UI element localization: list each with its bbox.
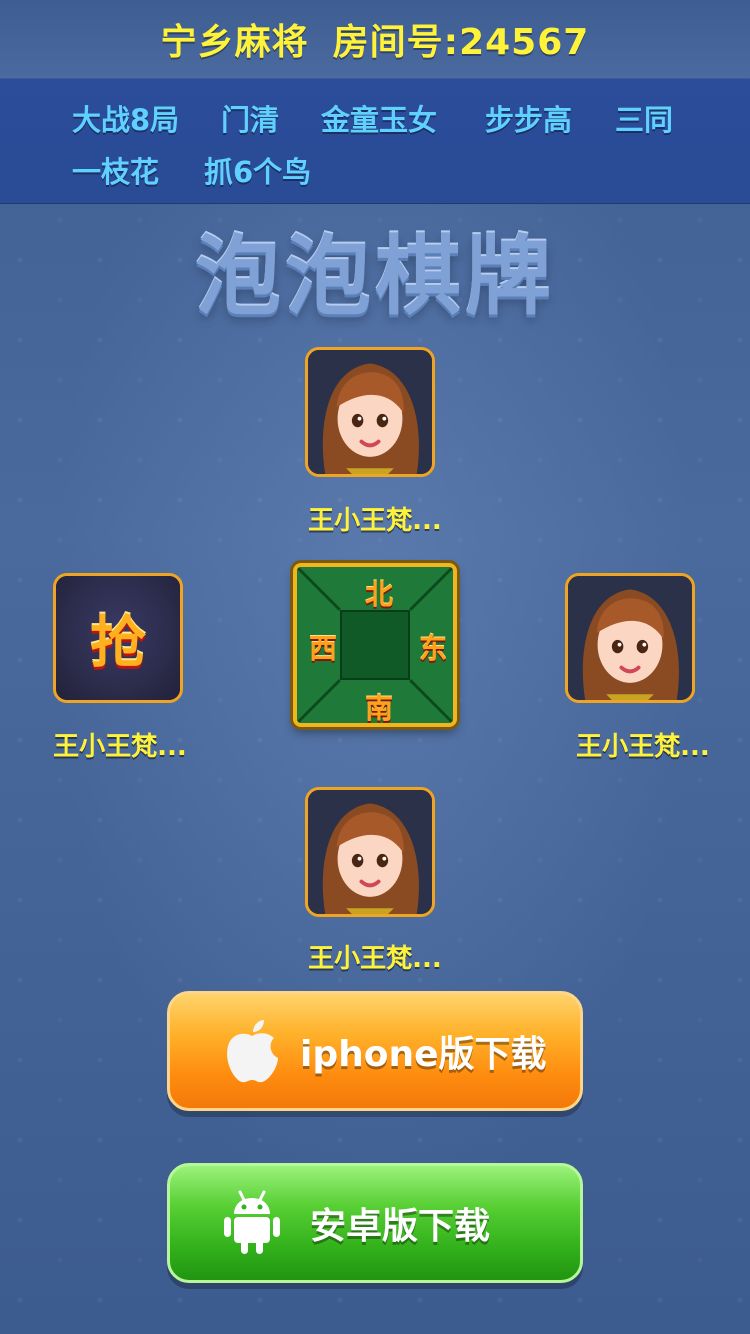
player-avatar-right[interactable] <box>565 573 695 703</box>
app-logo: 泡泡棋牌 <box>195 227 555 327</box>
android-download-label: 安卓版下载 <box>310 1206 491 1247</box>
rule-tag: 门清 <box>221 103 280 137</box>
rule-tag: 抓6个鸟 <box>204 155 312 189</box>
rule-tag: 一枝花 <box>72 155 160 189</box>
grab-badge: 抢 <box>56 576 180 700</box>
player-name-top: 王小王梵... <box>308 506 442 536</box>
iphone-download-button[interactable]: iphone版下载 <box>167 991 583 1111</box>
direction-compass: 北 南 东 西 <box>293 563 457 727</box>
android-icon <box>224 1190 280 1254</box>
apple-icon <box>227 1020 278 1083</box>
girl-avatar-icon <box>308 350 432 474</box>
rule-tag: 大战8局 <box>72 103 180 137</box>
player-name-left: 王小王梵... <box>53 732 187 762</box>
rule-tag: 三同 <box>615 103 674 137</box>
compass-west: 西 <box>308 632 337 665</box>
rule-tag: 金童玉女 <box>321 103 438 137</box>
rule-tag: 步步高 <box>485 103 573 137</box>
iphone-download-label: iphone版下载 <box>300 1034 547 1075</box>
compass-east: 东 <box>418 632 447 665</box>
player-avatar-left[interactable]: 抢 <box>53 573 183 703</box>
girl-avatar-icon <box>308 790 432 914</box>
player-avatar-top[interactable] <box>305 347 435 477</box>
player-name-bottom: 王小王梵... <box>308 944 442 974</box>
player-avatar-bottom[interactable] <box>305 787 435 917</box>
compass-south: 南 <box>364 692 393 725</box>
room-number: 房间号:24567 <box>332 22 590 63</box>
girl-avatar-icon <box>568 576 692 700</box>
android-download-button[interactable]: 安卓版下载 <box>167 1163 583 1283</box>
player-name-right: 王小王梵... <box>576 732 710 762</box>
rules-bar: 大战8局 门清 金童玉女 步步高 三同 一枝花 抓6个鸟 <box>0 78 750 204</box>
game-name: 宁乡麻将 <box>160 22 309 63</box>
compass-center <box>340 610 410 680</box>
room-header: 宁乡麻将 房间号:24567 <box>0 0 750 78</box>
compass-north: 北 <box>364 578 393 611</box>
